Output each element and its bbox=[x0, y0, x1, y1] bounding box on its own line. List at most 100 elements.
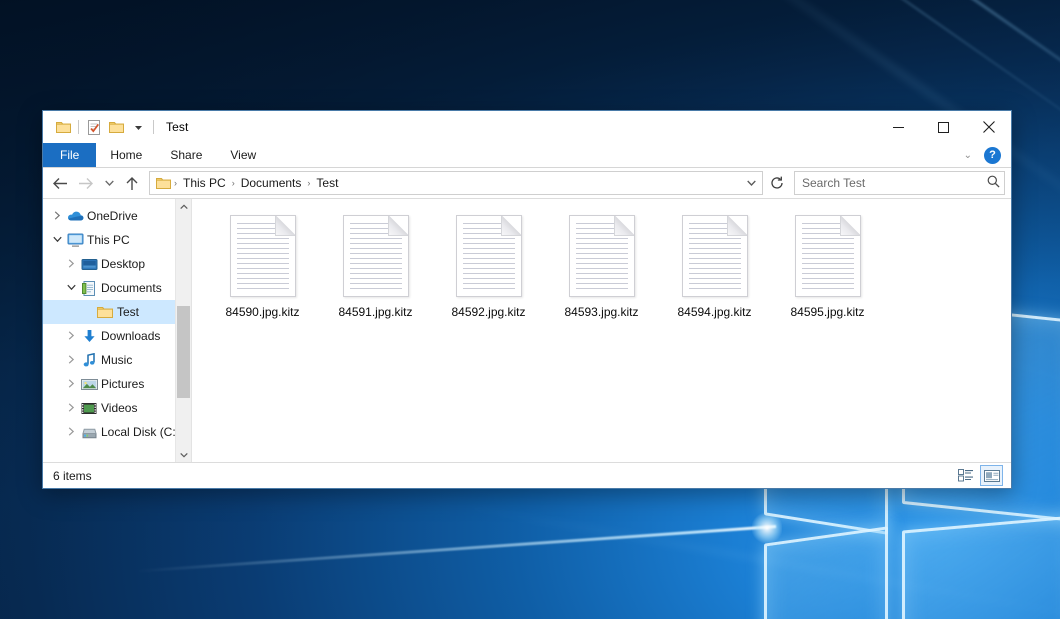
chevron-right-icon[interactable] bbox=[63, 379, 79, 390]
list-item[interactable]: 84591.jpg.kitz bbox=[319, 213, 432, 335]
desktop-icon bbox=[79, 258, 99, 271]
large-icons-view-icon[interactable] bbox=[980, 465, 1003, 486]
chevron-right-icon[interactable] bbox=[63, 427, 79, 438]
chevron-right-icon[interactable] bbox=[63, 331, 79, 342]
document-folded-corner bbox=[614, 216, 634, 236]
sidebar-item-music[interactable]: Music bbox=[43, 348, 191, 372]
sidebar-item-videos[interactable]: Videos bbox=[43, 396, 191, 420]
document-lines-top bbox=[689, 223, 725, 240]
generic-document-icon bbox=[682, 215, 748, 297]
ribbon-tab-bar: File Home Share View ⌄ ? bbox=[43, 143, 1011, 168]
search-icon[interactable] bbox=[987, 175, 1000, 191]
file-name-label: 84592.jpg.kitz bbox=[451, 305, 525, 319]
document-lines-top bbox=[802, 223, 838, 240]
up-button[interactable] bbox=[119, 170, 145, 196]
list-item[interactable]: 84594.jpg.kitz bbox=[658, 213, 771, 335]
document-lines-top bbox=[576, 223, 612, 240]
maximize-button[interactable] bbox=[921, 111, 966, 143]
sidebar-item-label: Music bbox=[99, 353, 132, 367]
search-box[interactable]: Search Test bbox=[794, 171, 1005, 195]
sidebar-item-label: Test bbox=[115, 305, 139, 319]
sidebar-item-onedrive[interactable]: OneDrive bbox=[43, 204, 191, 228]
generic-document-icon bbox=[343, 215, 409, 297]
generic-document-icon bbox=[569, 215, 635, 297]
harddisk-icon bbox=[79, 426, 99, 439]
document-lines-top bbox=[350, 223, 386, 240]
sidebar-item-label: Downloads bbox=[99, 329, 160, 343]
refresh-button[interactable] bbox=[766, 172, 788, 194]
document-folded-corner bbox=[501, 216, 521, 236]
breadcrumb: › This PC › Documents › Test bbox=[154, 176, 742, 190]
file-name-label: 84594.jpg.kitz bbox=[677, 305, 751, 319]
scroll-up-arrow-icon[interactable] bbox=[176, 199, 191, 214]
close-button[interactable] bbox=[966, 111, 1011, 143]
document-folded-corner bbox=[727, 216, 747, 236]
folder-tree: OneDrive This PC bbox=[43, 199, 191, 444]
scrollbar-track[interactable] bbox=[176, 214, 191, 447]
breadcrumb-item-test[interactable]: Test bbox=[311, 176, 343, 190]
recent-locations-button[interactable] bbox=[99, 170, 119, 196]
chevron-down-icon[interactable] bbox=[63, 284, 79, 293]
breadcrumb-folder-icon[interactable] bbox=[154, 177, 173, 190]
back-button[interactable] bbox=[47, 170, 73, 196]
title-bar: Test bbox=[43, 111, 1011, 143]
list-item[interactable]: 84592.jpg.kitz bbox=[432, 213, 545, 335]
chevron-down-icon[interactable] bbox=[49, 236, 65, 245]
explorer-body: OneDrive This PC bbox=[43, 198, 1011, 462]
monitor-icon bbox=[65, 233, 85, 247]
logo-pane-bottom-right bbox=[902, 515, 1060, 619]
chevron-right-icon[interactable] bbox=[63, 259, 79, 270]
file-list-view[interactable]: 84590.jpg.kitz 84591.jpg.kitz bbox=[192, 199, 1011, 462]
forward-button[interactable] bbox=[73, 170, 99, 196]
new-folder-icon[interactable] bbox=[105, 116, 127, 138]
sidebar-item-documents[interactable]: Documents bbox=[43, 276, 191, 300]
chevron-right-icon[interactable] bbox=[49, 211, 65, 222]
sidebar-item-local-disk-c[interactable]: Local Disk (C:) bbox=[43, 420, 191, 444]
sidebar-item-label: Desktop bbox=[99, 257, 145, 271]
sidebar-item-this-pc[interactable]: This PC bbox=[43, 228, 191, 252]
generic-document-icon bbox=[456, 215, 522, 297]
sidebar-item-label: Documents bbox=[99, 281, 162, 295]
quick-access-toolbar: Test bbox=[43, 116, 188, 138]
view-mode-buttons bbox=[955, 463, 1003, 488]
generic-document-icon bbox=[230, 215, 296, 297]
folder-icon bbox=[95, 306, 115, 319]
address-dropdown-icon[interactable] bbox=[742, 178, 760, 188]
folder-icon[interactable] bbox=[52, 116, 74, 138]
sidebar-item-desktop[interactable]: Desktop bbox=[43, 252, 191, 276]
sidebar-item-pictures[interactable]: Pictures bbox=[43, 372, 191, 396]
sidebar-item-downloads[interactable]: Downloads bbox=[43, 324, 191, 348]
scroll-down-arrow-icon[interactable] bbox=[176, 447, 191, 462]
desktop-background: Test File Home Share View ⌄ bbox=[0, 0, 1060, 619]
search-input[interactable]: Search Test bbox=[802, 176, 987, 190]
sidebar-scrollbar[interactable] bbox=[175, 199, 191, 462]
list-item[interactable]: 84590.jpg.kitz bbox=[206, 213, 319, 335]
sidebar-item-label: Pictures bbox=[99, 377, 144, 391]
list-item[interactable]: 84595.jpg.kitz bbox=[771, 213, 884, 335]
scrollbar-thumb[interactable] bbox=[177, 306, 190, 398]
breadcrumb-item-this-pc[interactable]: This PC bbox=[178, 176, 231, 190]
file-name-label: 84593.jpg.kitz bbox=[564, 305, 638, 319]
minimize-button[interactable] bbox=[876, 111, 921, 143]
address-bar[interactable]: › This PC › Documents › Test bbox=[149, 171, 763, 195]
tab-file[interactable]: File bbox=[43, 143, 96, 167]
toolbar-separator bbox=[153, 120, 154, 134]
breadcrumb-item-documents[interactable]: Documents bbox=[236, 176, 307, 190]
list-item[interactable]: 84593.jpg.kitz bbox=[545, 213, 658, 335]
details-view-icon[interactable] bbox=[955, 466, 976, 485]
tab-home[interactable]: Home bbox=[96, 143, 156, 167]
chevron-right-icon[interactable] bbox=[63, 355, 79, 366]
sidebar-item-test[interactable]: Test bbox=[43, 300, 191, 324]
tab-share[interactable]: Share bbox=[156, 143, 216, 167]
document-folded-corner bbox=[388, 216, 408, 236]
cloud-icon bbox=[65, 210, 85, 222]
chevron-down-icon[interactable]: ⌄ bbox=[960, 150, 976, 161]
chevron-right-icon[interactable] bbox=[63, 403, 79, 414]
document-icon bbox=[79, 281, 99, 296]
help-icon[interactable]: ? bbox=[984, 147, 1001, 164]
properties-icon[interactable] bbox=[83, 116, 105, 138]
qat-dropdown-button[interactable] bbox=[127, 116, 149, 138]
file-name-label: 84591.jpg.kitz bbox=[338, 305, 412, 319]
tab-view[interactable]: View bbox=[216, 143, 270, 167]
navigation-pane: OneDrive This PC bbox=[43, 199, 192, 462]
